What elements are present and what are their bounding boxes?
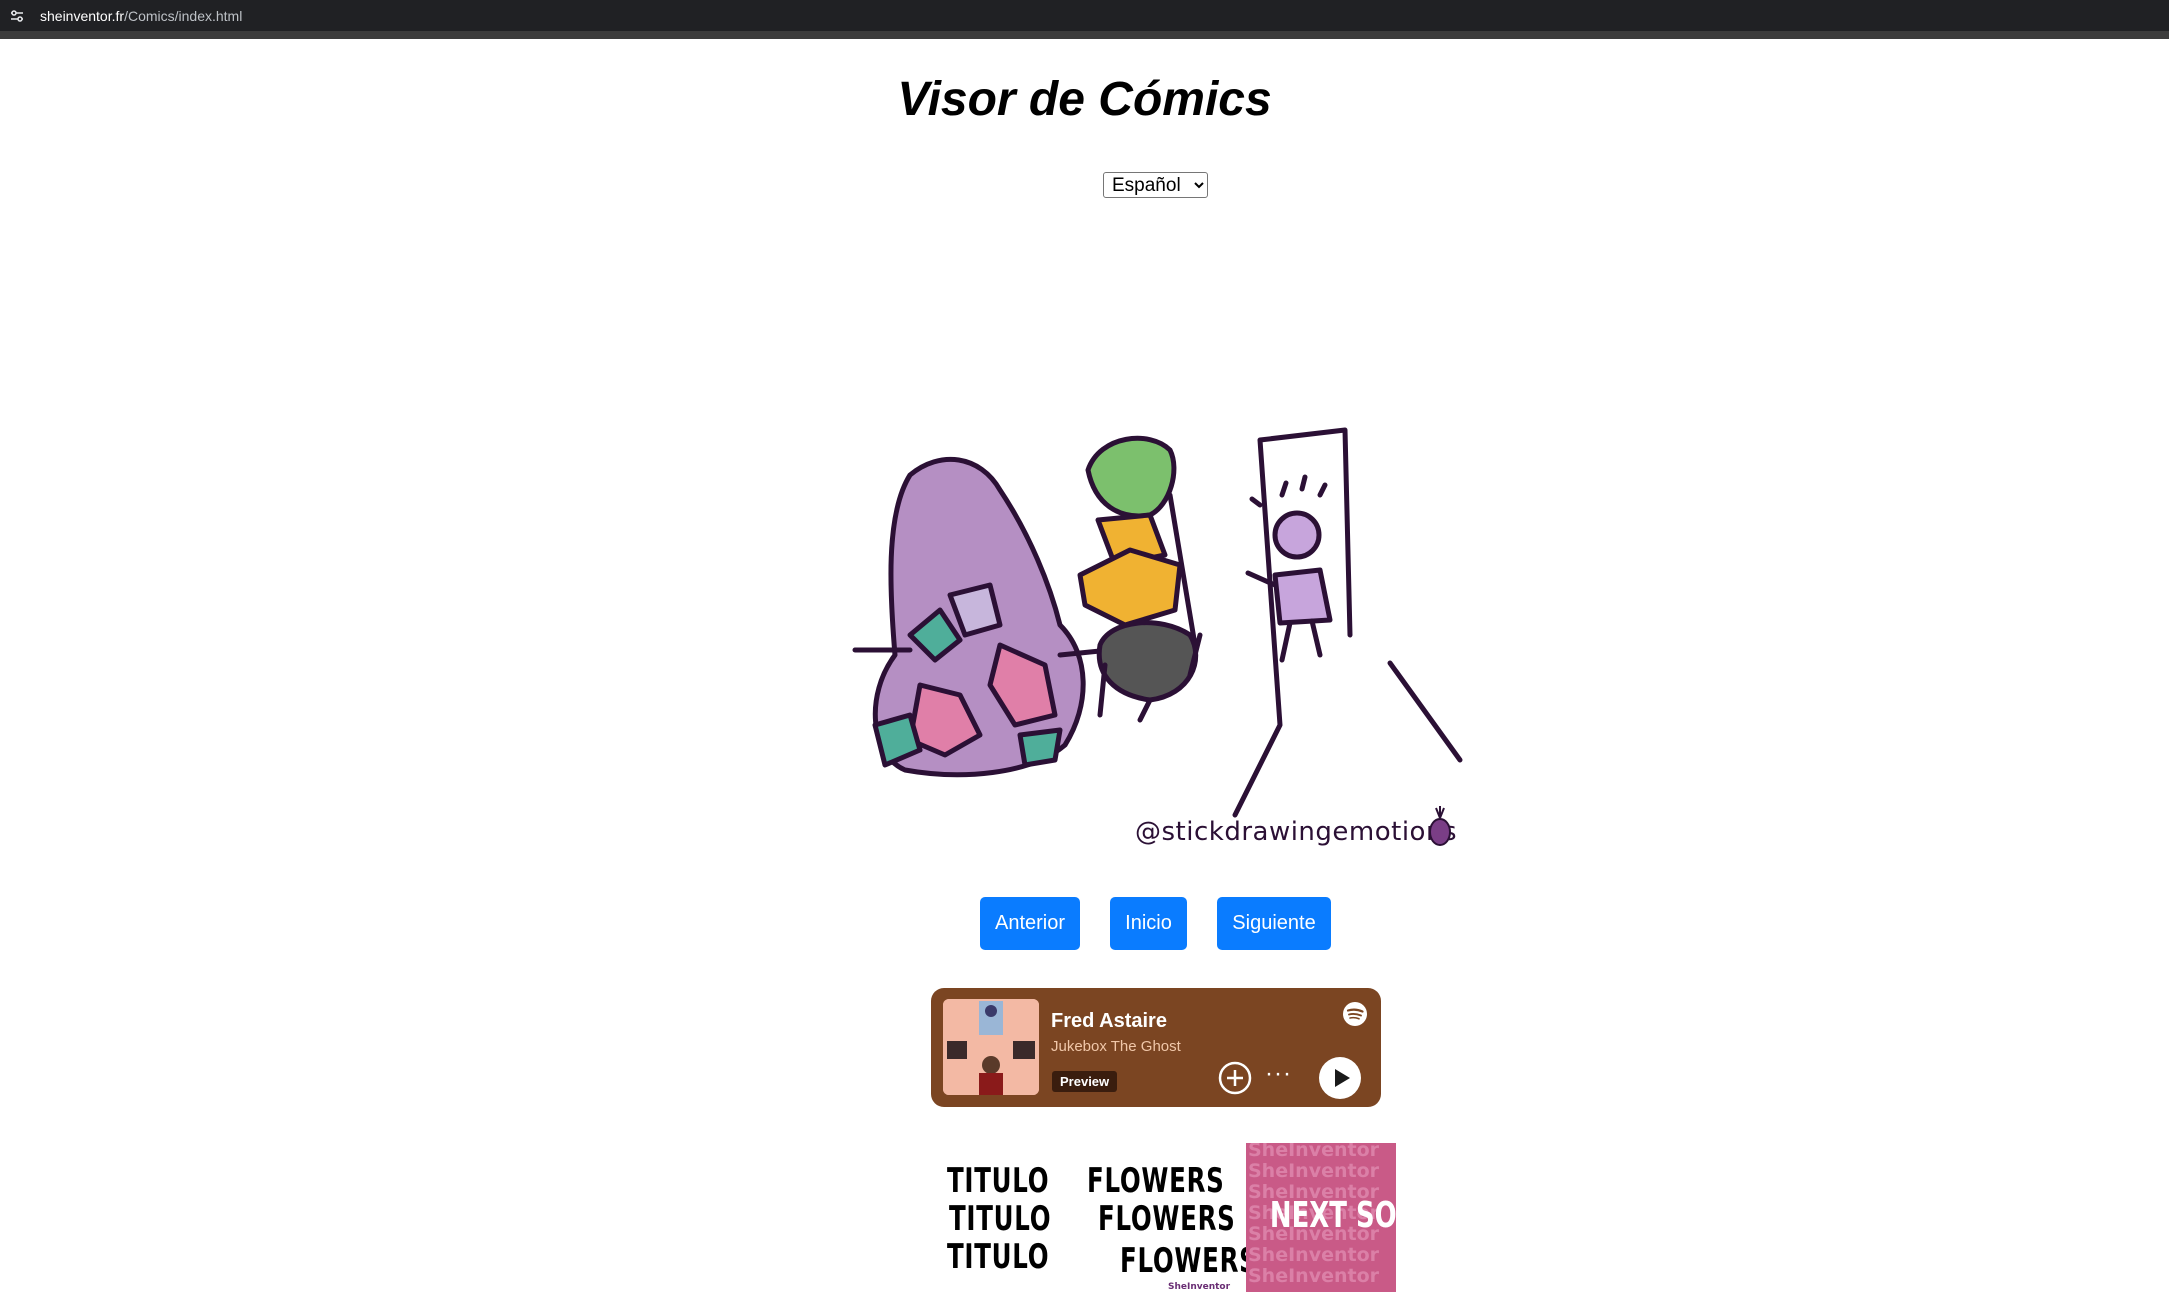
previous-button[interactable]: Anterior	[980, 897, 1080, 950]
comic-thumbnail-flowers[interactable]: FLOWERS FLOWERS FLOWERS SheInventor	[1082, 1143, 1257, 1292]
watermark-text: SheInventor	[1248, 1160, 1379, 1182]
next-soon-label: NEXT SOON	[1269, 1195, 1396, 1236]
preview-badge: Preview	[1052, 1071, 1118, 1092]
next-button[interactable]: Siguiente	[1217, 897, 1331, 950]
music-player-embed[interactable]: Fred Astaire Jukebox The Ghost Preview ·…	[931, 988, 1381, 1107]
language-select[interactable]: Español	[1103, 172, 1208, 198]
watermark-text: SheInventor	[1248, 1265, 1379, 1287]
url-text[interactable]: sheinventor.fr/Comics/index.html	[40, 8, 242, 24]
thumbnail-word: TITULO	[947, 1161, 1050, 1201]
track-title[interactable]: Fred Astaire	[1051, 1010, 1167, 1033]
home-button[interactable]: Inicio	[1110, 897, 1187, 950]
watermark-text: SheInventor	[1248, 1143, 1379, 1161]
play-icon[interactable]	[1318, 1056, 1362, 1100]
album-cover[interactable]	[943, 999, 1039, 1095]
spotify-icon[interactable]	[1342, 1001, 1368, 1027]
thumbnail-word: TITULO	[947, 1237, 1050, 1277]
album-art	[943, 999, 1039, 1095]
sheinventor-logo: SheInventor	[1168, 1282, 1231, 1292]
comic-credit: @stickdrawingemotions	[1135, 817, 1457, 847]
thumbnail-word: TITULO	[949, 1199, 1052, 1239]
url-path: /Comics/index.html	[124, 8, 243, 24]
page-title: Visor de Cómics	[897, 73, 1272, 126]
more-icon[interactable]: ···	[1265, 1060, 1292, 1088]
comic-thumbnail-next-soon[interactable]: SheInventor SheInventor SheInventor SheI…	[1246, 1143, 1396, 1292]
add-circle-icon[interactable]	[1218, 1061, 1252, 1095]
url-host: sheinventor.fr	[40, 8, 125, 24]
watermark-text: SheInventor	[1248, 1244, 1379, 1266]
pineapple-icon	[1429, 806, 1451, 846]
thumbnail-word: FLOWERS	[1120, 1241, 1258, 1281]
comic-image	[852, 427, 1463, 818]
browser-address-bar[interactable]: sheinventor.fr/Comics/index.html	[0, 0, 2169, 39]
thumbnail-word: FLOWERS	[1087, 1161, 1225, 1201]
thumbnail-word: FLOWERS	[1098, 1199, 1236, 1239]
comic-thumbnail-titulo[interactable]: TITULO TITULO TITULO	[937, 1143, 1077, 1292]
tune-icon[interactable]	[10, 9, 24, 23]
track-artist[interactable]: Jukebox The Ghost	[1051, 1038, 1181, 1055]
